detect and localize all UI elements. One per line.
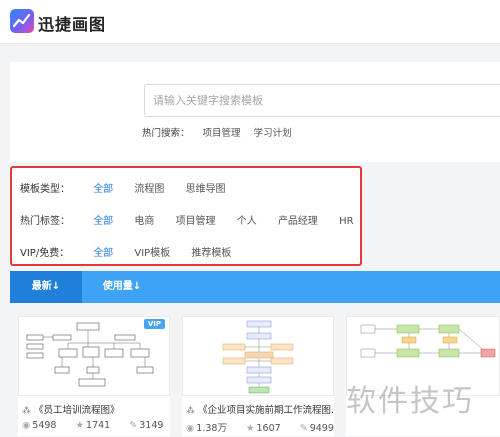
like-count: 1607 — [256, 423, 281, 434]
like-count: 1741 — [86, 420, 111, 431]
template-icon: ⁂ — [186, 406, 195, 416]
eye-icon: ◉ — [22, 420, 31, 431]
sort-tab-usage[interactable]: 使用量↓ — [86, 271, 158, 303]
edit-count: 9499 — [309, 423, 334, 434]
template-thumbnail[interactable]: VIP — [18, 316, 170, 396]
card-title-text: 《员工培训流程图》 — [34, 405, 120, 416]
card-stats: ◉ 1.38万 ★ 1607 ✎ 9499 — [186, 420, 350, 434]
card-stats: ◉ 5498 ★ 1741 ✎ 3149 — [22, 420, 179, 431]
search-box[interactable] — [144, 84, 500, 117]
logo-icon[interactable] — [10, 9, 34, 33]
card-title[interactable]: ⁂ 《企业项目实施前期工作流程图... — [186, 402, 334, 416]
template-card[interactable]: VIP ⁂ 《员工培训流程图》 ◉ 5498 ★ 1741 ✎ 3149 — [18, 316, 170, 436]
watermark-text: 软件技巧 — [346, 384, 474, 419]
filter-vip-vip[interactable]: VIP模板 — [134, 244, 170, 259]
star-icon: ★ — [75, 420, 85, 431]
filter-label-type: 模板类型： — [20, 184, 70, 195]
card-title-text: 《企业项目实施前期工作流程图... — [198, 405, 334, 416]
filter-type-all[interactable]: 全部 — [93, 180, 113, 195]
vip-badge: VIP — [143, 319, 165, 329]
edit-count: 3149 — [139, 420, 164, 431]
filter-type-flowchart[interactable]: 流程图 — [134, 180, 164, 195]
filter-tag-personal[interactable]: 个人 — [237, 212, 257, 227]
brand-name[interactable]: 迅捷画图 — [38, 11, 106, 35]
filter-row-type: 模板类型： 全部 流程图 思维导图 — [20, 180, 244, 195]
card-title[interactable]: ⁂ 《员工培训流程图》 — [22, 402, 170, 416]
sort-bar: 最新↓ 使用量↓ — [10, 271, 500, 303]
template-card[interactable]: ⁂ 《企业项目实施前期工作流程图... ◉ 1.38万 ★ 1607 ✎ 9499 — [182, 316, 334, 436]
view-count: 1.38万 — [196, 423, 227, 434]
filter-tag-all[interactable]: 全部 — [93, 212, 113, 227]
search-panel: 热门搜索： 项目管理 学习计划 — [10, 62, 500, 162]
filter-row-vip: VIP/免费： 全部 VIP模板 推荐模板 — [20, 244, 249, 259]
hot-keyword-study[interactable]: 学习计划 — [254, 128, 292, 139]
hot-keyword-project[interactable]: 项目管理 — [203, 128, 241, 139]
hot-search: 热门搜索： 项目管理 学习计划 — [142, 125, 302, 139]
flowchart-preview-icon — [222, 320, 294, 394]
star-icon: ★ — [245, 423, 255, 434]
filter-label-tags: 热门标签： — [20, 216, 70, 227]
view-count: 5498 — [32, 420, 57, 431]
filter-vip-recommended[interactable]: 推荐模板 — [191, 244, 231, 259]
filter-panel: 模板类型： 全部 流程图 思维导图 热门标签： 全部 电商 项目管理 个人 产品… — [10, 166, 362, 266]
template-icon: ⁂ — [22, 406, 31, 416]
edit-icon: ✎ — [129, 420, 138, 431]
filter-tag-project[interactable]: 项目管理 — [176, 212, 216, 227]
filter-row-tags: 热门标签： 全部 电商 项目管理 个人 产品经理 HR — [20, 212, 372, 227]
edit-icon: ✎ — [299, 423, 308, 434]
filter-tag-hr[interactable]: HR — [339, 216, 353, 227]
filter-type-mindmap[interactable]: 思维导图 — [186, 180, 226, 195]
sort-tab-latest[interactable]: 最新↓ — [10, 271, 82, 303]
top-bar: 迅捷画图 — [0, 0, 500, 44]
filter-label-vip: VIP/免费： — [20, 248, 70, 259]
filter-tag-ecommerce[interactable]: 电商 — [134, 212, 154, 227]
eye-icon: ◉ — [186, 423, 195, 434]
filter-vip-all[interactable]: 全部 — [93, 244, 113, 259]
search-input[interactable] — [145, 85, 500, 116]
hot-search-label: 热门搜索： — [142, 128, 190, 139]
filter-tag-pm[interactable]: 产品经理 — [278, 212, 318, 227]
template-thumbnail[interactable] — [182, 316, 334, 396]
